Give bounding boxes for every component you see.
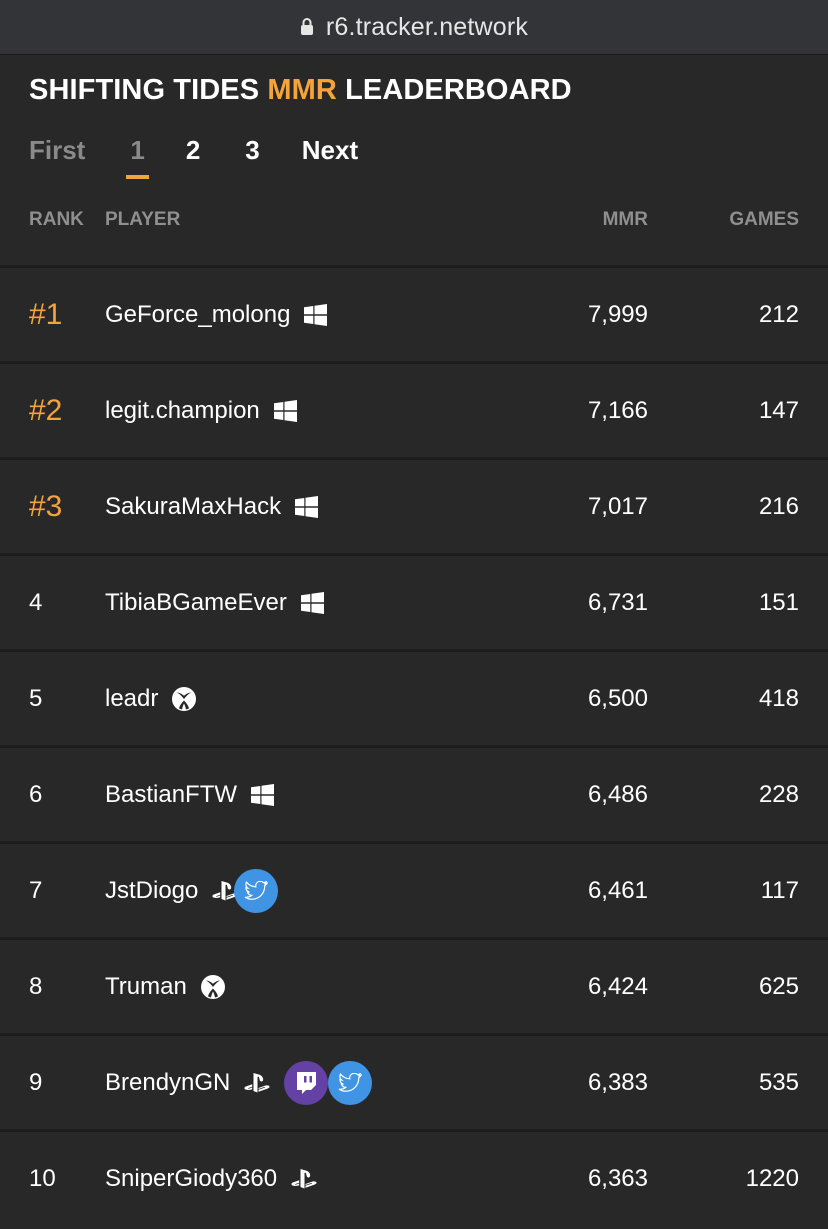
mmr-value: 6,486 — [587, 780, 648, 808]
twitter-icon — [244, 880, 269, 901]
page-3-button[interactable]: 3 — [245, 135, 259, 166]
xbox-icon — [172, 686, 197, 711]
games-value: 1220 — [745, 1164, 799, 1192]
twitch-icon — [295, 1071, 317, 1095]
rank: #3 — [29, 489, 63, 523]
column-header-mmr: MMR — [602, 209, 648, 230]
rank: #1 — [29, 297, 63, 331]
column-header-player: PLAYER — [105, 209, 181, 230]
rank: 6 — [29, 780, 43, 808]
player-name-link[interactable]: SakuraMaxHack — [105, 493, 281, 521]
twitter-icon — [338, 1072, 363, 1093]
mmr-value: 6,731 — [587, 588, 648, 616]
player-cell: GeForce_molong — [105, 301, 328, 329]
title-suffix: LEADERBOARD — [336, 74, 572, 106]
mmr-value: 6,383 — [587, 1068, 648, 1096]
rank: 7 — [29, 876, 43, 904]
title-prefix: SHIFTING TIDES — [29, 74, 268, 106]
player-cell: leadr — [105, 685, 197, 713]
mmr-value: 6,500 — [587, 684, 648, 712]
player-name-link[interactable]: leadr — [105, 685, 158, 713]
table-row[interactable]: 10 SniperGiody360 6,363 1220 — [0, 1129, 828, 1225]
mmr-value: 6,363 — [587, 1164, 648, 1192]
page-1-button[interactable]: 1 — [126, 135, 150, 179]
lock-icon — [300, 18, 313, 35]
windows-icon — [273, 399, 297, 422]
player-cell: Truman — [105, 973, 225, 1001]
player-cell: SniperGiody360 — [105, 1165, 317, 1193]
mmr-value: 7,999 — [587, 300, 648, 328]
player-name-link[interactable]: TibiaBGameEver — [105, 589, 287, 617]
url-text: r6.tracker.network — [325, 12, 529, 41]
player-cell: JstDiogo — [105, 868, 279, 913]
games-value: 151 — [758, 588, 799, 616]
windows-icon — [251, 783, 275, 806]
table-row[interactable]: 6 BastianFTW 6,486 228 — [0, 745, 828, 841]
windows-icon — [304, 303, 328, 326]
table-row[interactable]: 5 leadr 6,500 418 — [0, 649, 828, 745]
player-name-link[interactable]: legit.champion — [105, 397, 260, 425]
player-name-link[interactable]: GeForce_molong — [105, 301, 290, 329]
rank: #2 — [29, 393, 63, 427]
rank: 10 — [29, 1164, 56, 1192]
rank: 9 — [29, 1068, 43, 1096]
page-2-button[interactable]: 2 — [186, 135, 200, 166]
twitch-link[interactable] — [284, 1060, 329, 1105]
table-row[interactable]: 8 Truman 6,424 625 — [0, 937, 828, 1033]
rank: 8 — [29, 972, 43, 1000]
column-header-games: GAMES — [729, 209, 799, 230]
games-value: 228 — [758, 780, 799, 808]
player-cell: SakuraMaxHack — [105, 493, 319, 521]
player-name-link[interactable]: BrendynGN — [105, 1069, 230, 1097]
games-value: 535 — [758, 1068, 799, 1096]
table-row[interactable]: #2 legit.champion 7,166 147 — [0, 361, 828, 457]
column-header-rank: RANK — [29, 209, 84, 230]
player-name-link[interactable]: SniperGiody360 — [105, 1165, 277, 1193]
games-value: 117 — [760, 876, 799, 904]
player-name-link[interactable]: JstDiogo — [105, 877, 198, 905]
player-cell: BastianFTW — [105, 781, 275, 809]
table-row[interactable]: 9 BrendynGN 6,383 535 — [0, 1033, 828, 1129]
player-cell: BrendynGN — [105, 1060, 373, 1105]
mmr-value: 6,461 — [587, 876, 648, 904]
browser-url-bar[interactable]: r6.tracker.network — [0, 0, 828, 55]
games-value: 147 — [758, 396, 799, 424]
table-row[interactable]: #3 SakuraMaxHack 7,017 216 — [0, 457, 828, 553]
page-title: SHIFTING TIDES MMR LEADERBOARD — [29, 74, 572, 107]
player-name-link[interactable]: BastianFTW — [105, 781, 237, 809]
windows-icon — [295, 495, 319, 518]
mmr-value: 6,424 — [587, 972, 648, 1000]
games-value: 212 — [758, 300, 799, 328]
table-row[interactable]: 7 JstDiogo 6,461 117 — [0, 841, 828, 937]
games-value: 216 — [758, 492, 799, 520]
games-value: 418 — [758, 684, 799, 712]
games-value: 625 — [758, 972, 799, 1000]
table-row[interactable]: #1 GeForce_molong 7,999 212 — [0, 265, 828, 361]
title-accent: MMR — [267, 74, 337, 106]
playstation-icon — [244, 1072, 270, 1093]
twitter-link[interactable] — [328, 1060, 373, 1105]
player-cell: legit.champion — [105, 397, 297, 425]
rank: 4 — [29, 588, 43, 616]
mmr-value: 7,166 — [587, 396, 648, 424]
page-next-button[interactable]: Next — [302, 135, 358, 166]
leaderboard-table: #1 GeForce_molong 7,999 212 #2 legit.cha… — [0, 265, 828, 1225]
rank: 5 — [29, 684, 43, 712]
player-name-link[interactable]: Truman — [105, 973, 187, 1001]
xbox-icon — [200, 974, 225, 999]
page-first-button[interactable]: First — [29, 135, 85, 166]
playstation-icon — [291, 1168, 317, 1189]
table-row[interactable]: 4 TibiaBGameEver 6,731 151 — [0, 553, 828, 649]
windows-icon — [300, 591, 324, 614]
pagination: First 1 2 3 Next — [29, 135, 398, 179]
player-cell: TibiaBGameEver — [105, 589, 324, 617]
mmr-value: 7,017 — [587, 492, 648, 520]
table-header: RANK PLAYER MMR GAMES — [0, 209, 828, 233]
twitter-link[interactable] — [234, 868, 279, 913]
